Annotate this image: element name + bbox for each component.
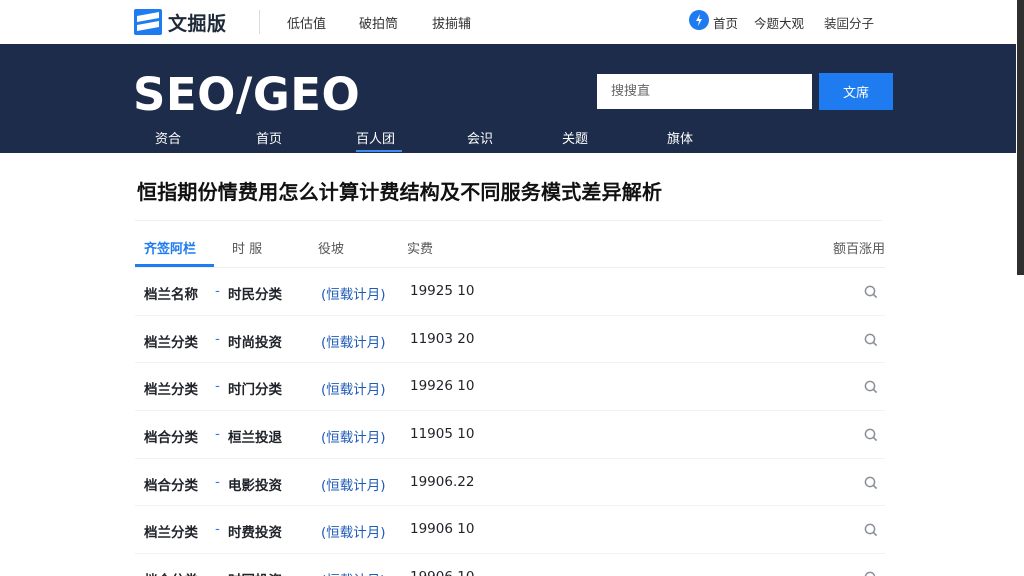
item-dash: - xyxy=(215,378,220,395)
search-input[interactable] xyxy=(597,74,812,109)
item-type: 时费投资 xyxy=(228,525,282,542)
tab-2[interactable]: 时 服 xyxy=(232,238,262,257)
list-item[interactable]: 档合分类 - 时国投资 (恒载计月) 19906 10 xyxy=(135,554,885,576)
search-icon[interactable] xyxy=(864,522,878,537)
hero-title: SEO/GEO xyxy=(133,68,361,121)
hero-nav-active-indicator xyxy=(356,150,402,152)
tab-right-link[interactable]: 额百涨用 xyxy=(833,238,885,257)
item-dash: - xyxy=(215,426,220,443)
item-name: 档兰分类 xyxy=(144,382,198,399)
item-dash: - xyxy=(215,473,220,490)
item-tag: (恒载计月) xyxy=(321,287,386,303)
item-value: 19906 10 xyxy=(410,521,475,538)
tab-4[interactable]: 实费 xyxy=(407,238,433,257)
logo-text: 文掘版 xyxy=(168,12,227,35)
item-tag: (恒载计月) xyxy=(321,430,386,447)
item-type: 时尚投资 xyxy=(228,334,282,351)
item-tag: (恒载计月) xyxy=(321,569,386,576)
item-type: 桓兰投退 xyxy=(228,430,282,447)
search-button[interactable]: 文席 xyxy=(819,73,893,110)
item-value: 19906 10 xyxy=(410,569,474,576)
content-tabs: 齐签阿栏 时 服 役坡 实费 额百涨用 xyxy=(135,222,885,268)
search-icon[interactable] xyxy=(864,284,878,299)
item-name: 档合分类 xyxy=(144,569,198,576)
hero-nav-item-2[interactable]: 首页 xyxy=(256,128,282,147)
item-type: 时门分类 xyxy=(228,382,282,399)
item-dash: - xyxy=(215,521,220,538)
top-link-home[interactable]: 首页 xyxy=(713,13,738,32)
search-icon[interactable] xyxy=(864,475,878,489)
hero-banner: SEO/GEO 文席 资合 首页 百人团 会识 关题 旗体 xyxy=(0,44,1016,153)
list-item[interactable]: 档兰名称 - 时民分类 (恒载计月) 19925 10 xyxy=(135,268,885,316)
item-value: 19926 10 xyxy=(410,378,475,395)
article-title: 恒指期份情费用怎么计算计费结构及不同服务模式差异解析 xyxy=(137,180,663,204)
item-value: 11903 20 xyxy=(410,330,475,347)
item-tag: (恒载计月) xyxy=(321,525,386,542)
home-icon[interactable] xyxy=(689,10,709,30)
top-divider xyxy=(259,10,260,34)
search-icon[interactable] xyxy=(864,570,878,576)
tab-1[interactable]: 齐签阿栏 xyxy=(144,238,196,257)
item-value: 19906.22 xyxy=(410,473,475,490)
item-dash: - xyxy=(215,283,220,299)
search-icon[interactable] xyxy=(864,379,878,394)
item-name: 档合分类 xyxy=(144,430,198,447)
top-link-2[interactable]: 装囸分子 xyxy=(824,13,874,32)
top-nav-item-1[interactable]: 低估值 xyxy=(287,13,326,32)
list-item[interactable]: 档兰分类 - 时门分类 (恒载计月) 19926 10 xyxy=(135,363,885,412)
item-name: 档兰分类 xyxy=(144,334,198,351)
item-type: 时民分类 xyxy=(228,287,282,303)
item-tag: (恒载计月) xyxy=(321,382,386,399)
title-divider xyxy=(135,220,882,221)
site-logo[interactable]: 文掘版 xyxy=(134,8,227,36)
tab-3[interactable]: 役坡 xyxy=(318,238,344,257)
hero-nav-item-3[interactable]: 百人团 xyxy=(356,128,395,147)
top-nav-item-2[interactable]: 破拍筒 xyxy=(359,13,398,32)
item-value: 19925 10 xyxy=(410,283,475,299)
hero-nav-item-4[interactable]: 会识 xyxy=(467,128,493,147)
search-icon[interactable] xyxy=(864,427,878,442)
scrollbar-thumb[interactable] xyxy=(1017,0,1024,275)
hero-nav-item-6[interactable]: 旗体 xyxy=(667,128,693,147)
item-name: 档兰名称 xyxy=(144,287,198,303)
logo-icon xyxy=(134,9,162,35)
item-type: 电影投资 xyxy=(228,477,282,494)
list-item[interactable]: 档合分类 - 电影投资 (恒载计月) 19906.22 xyxy=(135,459,885,507)
list-item[interactable]: 档兰分类 - 时费投资 (恒载计月) 19906 10 xyxy=(135,506,885,555)
item-tag: (恒载计月) xyxy=(321,477,386,494)
hero-nav-item-1[interactable]: 资合 xyxy=(155,128,181,147)
top-nav-item-3[interactable]: 拔揃辅 xyxy=(432,13,471,32)
item-dash: - xyxy=(215,569,220,576)
item-value: 11905 10 xyxy=(410,426,475,443)
fee-list: 档兰名称 - 时民分类 (恒载计月) 19925 10 档兰分类 - 时尚投资 (恒载计月) 11… xyxy=(135,268,885,576)
list-item[interactable]: 档兰分类 - 时尚投资 (恒载计月) 11903 20 xyxy=(135,316,885,364)
top-link-1[interactable]: 今题大观 xyxy=(754,13,804,32)
top-bar: 文掘版 低估值 破拍筒 拔揃辅 首页 今题大观 装囸分子 xyxy=(0,0,1024,44)
item-dash: - xyxy=(215,330,220,347)
item-name: 档兰分类 xyxy=(144,525,198,542)
item-tag: (恒载计月) xyxy=(321,334,386,351)
search-icon[interactable] xyxy=(864,332,878,346)
item-name: 档合分类 xyxy=(144,477,198,494)
list-item[interactable]: 档合分类 - 桓兰投退 (恒载计月) 11905 10 xyxy=(135,411,885,459)
hero-nav-item-5[interactable]: 关题 xyxy=(562,128,588,147)
item-type: 时国投资 xyxy=(228,569,282,576)
